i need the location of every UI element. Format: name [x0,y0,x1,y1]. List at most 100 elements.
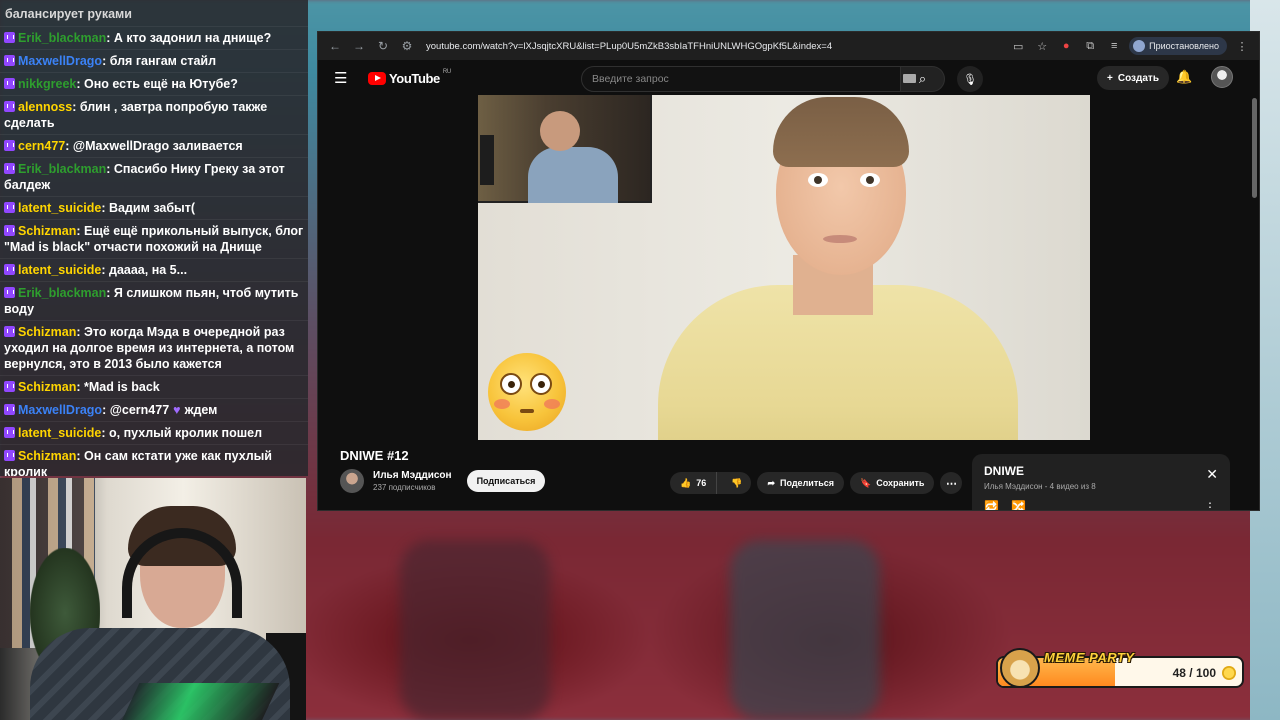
webcam-rgb-keyboard [120,683,280,720]
twitch-badge-icon [4,427,15,438]
search-box: ⌕ 🎙 [581,66,983,92]
chat-username[interactable]: latent_suicide [18,426,101,440]
create-button[interactable]: + Создать [1097,66,1169,90]
twitch-badge-icon [4,287,15,298]
chat-separator: : [102,403,110,417]
chat-username[interactable]: Erik_blackman [18,162,106,176]
chat-username[interactable]: Erik_blackman [18,286,106,300]
twitch-badge-icon [4,78,15,89]
subscribe-button[interactable]: Подписаться [466,470,546,492]
twitch-badge-icon [4,225,15,236]
install-app-icon[interactable]: ▭ [1009,37,1027,55]
inset-monitor [480,135,494,185]
playlist-title[interactable]: DNIWE [984,464,1218,478]
twitch-badge-icon [4,140,15,151]
chat-username[interactable]: Schizman [18,449,76,463]
chat-separator: : [106,162,114,176]
share-button[interactable]: ➦ Поделиться [757,472,845,494]
reload-icon[interactable]: ↻ [374,37,392,55]
chat-separator: : [106,31,114,45]
chat-username[interactable]: nikkgreek [18,77,76,91]
playlist-menu-icon[interactable]: ⋮ [1204,500,1216,510]
twitch-badge-icon [4,163,15,174]
playlist-controls: 🔁 🔀 [984,500,1026,510]
twitch-badge-icon [4,32,15,43]
search-icon: ⌕ [918,71,927,86]
chat-username[interactable]: Schizman [18,325,76,339]
channel-row: Илья Мэддисон 237 подписчиков Подписатьс… [340,469,546,493]
user-avatar[interactable] [1211,66,1233,88]
profile-paused-button[interactable]: Приостановлено [1129,37,1227,55]
back-icon[interactable]: ← [326,37,344,55]
create-label: Создать [1117,72,1159,84]
chat-message: latent_suicide: даааа, на 5... [0,258,308,281]
chat-username[interactable]: alennoss [18,100,72,114]
chat-message: Erik_blackman: Я слишком пьян, чтоб мути… [0,281,308,320]
chat-username[interactable]: Schizman [18,224,76,238]
background-figure-right [730,540,880,720]
chat-username[interactable]: MaxwellDrago [18,403,102,417]
video-player[interactable] [478,95,1090,440]
chat-text: бля гангам стайл [109,54,217,68]
extension-record-icon[interactable]: ● [1057,37,1075,55]
reading-list-icon[interactable]: ≡ [1105,37,1123,55]
chat-text: @MaxwellDrago заливается [72,139,243,153]
chat-username[interactable]: MaxwellDrago [18,54,102,68]
save-button[interactable]: 🔖 Сохранить [850,472,935,494]
twitch-badge-icon [4,55,15,66]
emoji-right-eye [530,373,552,395]
stream-chat: балансирует руками Erik_blackman: А кто … [0,0,308,476]
chat-separator: : [65,139,73,153]
chat-username[interactable]: cern477 [18,139,65,153]
playlist-panel: DNIWE Илья Мэддисон - 4 видео из 8 ✕ 🔁 🔀… [972,454,1230,510]
youtube-logo-text: YouTube [389,70,440,86]
page-scrollbar[interactable] [1252,98,1257,198]
loop-icon[interactable]: 🔁 [984,500,999,510]
like-button[interactable]: 👍 76 [670,472,718,494]
chat-username[interactable]: Schizman [18,380,76,394]
chat-username[interactable]: Erik_blackman [18,31,106,45]
chat-message: alennoss: блин , завтра попробую также с… [0,95,308,134]
close-icon[interactable]: ✕ [1206,466,1218,483]
forward-icon[interactable]: → [350,37,368,55]
like-dislike-group: 👍 76 👎 [670,472,752,494]
inset-person-head [540,111,580,151]
video-inset-facecam [478,95,652,203]
chat-username[interactable]: latent_suicide [18,263,101,277]
keyboard-icon[interactable] [903,74,916,83]
emoji-right-blush [544,399,560,409]
channel-avatar[interactable] [340,469,364,493]
twitch-badge-icon [4,381,15,392]
chat-text-extra: ждем [184,403,218,417]
site-settings-icon[interactable]: ⚙ [398,37,416,55]
bookmark-icon: 🔖 [860,477,872,488]
chat-text: о, пухлый кролик пошел [109,426,263,440]
extensions-puzzle-icon[interactable]: ⧉ [1081,37,1099,55]
search-input[interactable] [581,66,901,92]
twitch-badge-icon [4,404,15,415]
chat-message: Erik_blackman: А кто задонил на днище? [0,26,308,49]
hamburger-menu-icon[interactable]: ☰ [334,69,354,87]
chat-message: MaxwellDrago: бля гангам стайл [0,49,308,72]
chat-username[interactable]: latent_suicide [18,201,101,215]
chat-previous-message-fragment: балансирует руками [5,7,132,21]
doge-icon [1000,648,1040,688]
youtube-logo[interactable]: YouTube RU [368,69,451,86]
chat-message: Erik_blackman: Спасибо Нику Греку за это… [0,157,308,196]
chat-text: Оно есть ещё на Ютубе? [84,77,238,91]
notifications-bell-icon[interactable]: 🔔 [1176,69,1192,85]
chat-message: Schizman: Ещё ещё прикольный выпуск, бло… [0,219,308,258]
profile-avatar-icon [1133,40,1146,52]
browser-menu-icon[interactable]: ⋮ [1233,37,1251,55]
more-actions-icon[interactable]: ⋯ [940,472,963,494]
chat-message-list: Erik_blackman: А кто задонил на днище? Ma… [0,26,308,476]
voice-search-button[interactable]: 🎙 [957,66,983,92]
bookmark-star-icon[interactable]: ☆ [1033,37,1051,55]
dislike-button[interactable]: 👎 [722,472,751,494]
channel-name[interactable]: Илья Мэддисон [373,470,452,481]
shuffle-icon[interactable]: 🔀 [1011,500,1026,510]
youtube-header: ☰ YouTube RU ⌕ 🎙 + Создать 🔔 [318,60,1259,96]
video-person-left-eye [808,173,828,187]
url-bar[interactable]: youtube.com/watch?v=lXJsqjtcXRU&list=PLu… [422,41,1003,52]
chat-separator: : [106,286,114,300]
